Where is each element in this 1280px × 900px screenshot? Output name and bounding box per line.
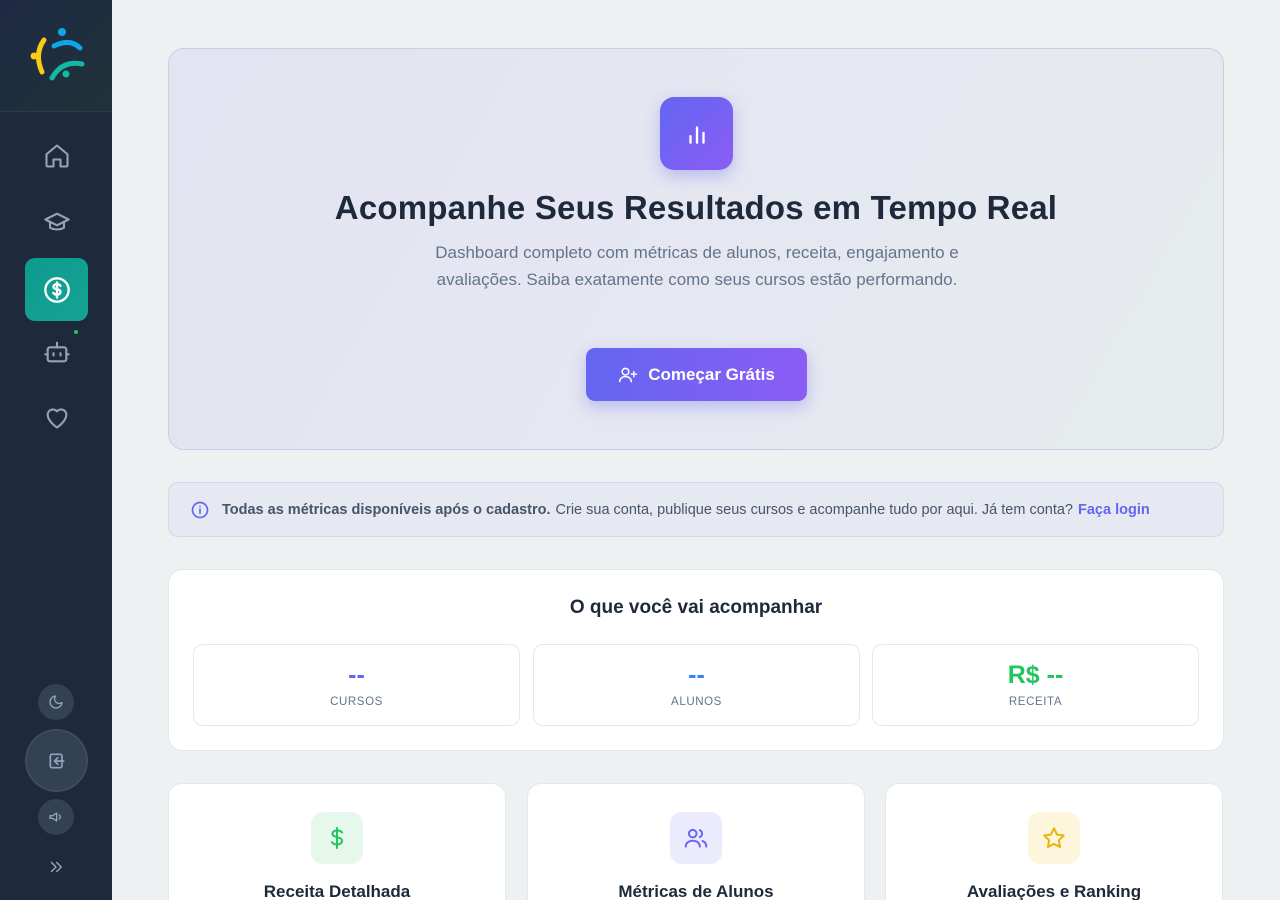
star-icon <box>1043 827 1065 848</box>
info-strong-text: Todas as métricas disponíveis após o cad… <box>222 501 551 518</box>
feature-card-ratings[interactable]: Avaliações e Ranking <box>885 783 1223 900</box>
feature-title: Avaliações e Ranking <box>966 882 1142 900</box>
sidebar-item-bot[interactable] <box>25 320 88 383</box>
sidebar-item-courses[interactable] <box>25 191 88 254</box>
expand-sidebar-button[interactable] <box>44 855 68 879</box>
sidebar-item-revenue[interactable] <box>25 258 88 321</box>
metrics-card: O que você vai acompanhar -- CURSOS -- A… <box>168 569 1224 751</box>
bot-icon <box>43 341 70 362</box>
megaphone-icon <box>49 812 61 822</box>
sidebar-item-home[interactable] <box>25 124 88 187</box>
info-icon <box>191 501 209 518</box>
hero-subtitle: Dashboard completo com métricas de aluno… <box>435 243 959 289</box>
users-icon <box>684 828 708 848</box>
hero-title: Acompanhe Seus Resultados em Tempo Real <box>334 189 1058 226</box>
moon-icon <box>49 695 63 709</box>
logo-area <box>0 0 112 112</box>
dollar-icon <box>331 827 343 849</box>
sidebar-item-favorites[interactable] <box>25 385 88 448</box>
metric-label: RECEITA <box>1008 696 1063 708</box>
chevrons-right-icon <box>50 861 62 873</box>
heart-icon <box>46 407 67 429</box>
bar-chart-icon <box>688 125 705 144</box>
metric-value: -- <box>348 661 365 689</box>
feature-title: Métricas de Alunos <box>618 882 774 900</box>
start-free-label: Começar Grátis <box>648 364 775 384</box>
feature-card-revenue[interactable]: Receita Detalhada <box>168 783 506 900</box>
login-link[interactable]: Faça login <box>1078 502 1150 518</box>
metric-value: -- <box>688 661 705 689</box>
metrics-title: O que você vai acompanhar <box>569 597 823 618</box>
metric-label: CURSOS <box>330 696 383 708</box>
feature-title: Receita Detalhada <box>263 882 411 900</box>
user-plus-icon <box>619 367 638 382</box>
feature-card-students[interactable]: Métricas de Alunos <box>527 783 865 900</box>
home-icon <box>44 143 69 168</box>
hero-section: Acompanhe Seus Resultados em Tempo Real … <box>168 48 1224 450</box>
login-icon <box>49 753 64 768</box>
theme-toggle-button[interactable] <box>38 684 74 720</box>
graduation-cap-icon <box>43 212 70 230</box>
feature-icon-tile <box>311 812 363 864</box>
feature-icon-tile <box>670 812 722 864</box>
announcements-button[interactable] <box>38 799 74 835</box>
feature-icon-tile <box>1028 812 1080 864</box>
start-free-button[interactable]: Começar Grátis <box>586 348 807 401</box>
metric-value: R$ -- <box>1007 661 1064 689</box>
sidebar <box>0 0 112 900</box>
metric-label: ALUNOS <box>671 696 722 708</box>
brand-logo[interactable] <box>24 24 88 88</box>
login-button[interactable] <box>25 729 88 792</box>
metric-courses: -- CURSOS <box>193 644 520 726</box>
info-text: Crie sua conta, publique seus cursos e a… <box>555 501 1073 518</box>
hero-icon-tile <box>660 97 733 170</box>
metric-revenue: R$ -- RECEITA <box>872 644 1199 726</box>
dollar-circle-icon <box>43 276 70 303</box>
info-banner: Todas as métricas disponíveis após o cad… <box>168 482 1224 537</box>
metric-students: -- ALUNOS <box>533 644 860 726</box>
